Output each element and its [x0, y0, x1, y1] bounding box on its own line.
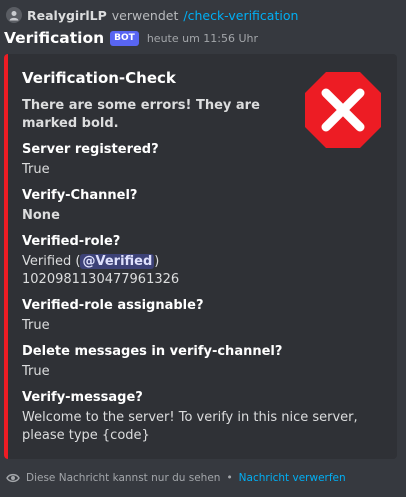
red-x-error-icon[interactable] — [303, 70, 383, 150]
field-name: Delete messages in verify-channel? — [22, 344, 283, 359]
field-value: Welcome to the server! To verify in this… — [22, 410, 358, 443]
ephemeral-note: Diese Nachricht kannst nur du sehen — [26, 472, 221, 484]
field-verify-channel: Verify-Channel? None — [22, 187, 381, 225]
field-value: Verified (@Verified) — [22, 253, 381, 271]
field-name: Verified-role assignable? — [22, 298, 204, 313]
avatar-icon — [9, 11, 19, 21]
field-value: True — [22, 318, 50, 333]
field-value: True — [22, 364, 50, 379]
field-verified-role: Verified-role? Verified (@Verified) 1020… — [22, 233, 381, 289]
reply-command[interactable]: /check-verification — [183, 8, 298, 23]
reply-context[interactable]: RealygirlLP verwendet /check-verificatio… — [6, 6, 298, 24]
field-name: Verify-message? — [22, 390, 143, 405]
message-header: Verification BOT heute um 11:56 Uhr — [4, 28, 258, 48]
field-delete-messages: Delete messages in verify-channel? True — [22, 343, 381, 381]
field-name: Verified-role? — [22, 234, 121, 249]
field-value-prefix: Verified ( — [22, 254, 81, 269]
bot-name[interactable]: Verification — [4, 29, 104, 47]
eye-icon — [6, 473, 20, 483]
message-timestamp: heute um 11:56 Uhr — [146, 31, 259, 45]
dismiss-message-link[interactable]: Nachricht verwerfen — [239, 472, 346, 484]
role-id: 1020981130477961326 — [22, 272, 180, 287]
role-mention[interactable]: @Verified — [80, 254, 155, 269]
field-value: None — [22, 208, 60, 223]
field-verify-message: Verify-message? Welcome to the server! T… — [22, 389, 381, 445]
field-role-assignable: Verified-role assignable? True — [22, 297, 381, 335]
bot-badge: BOT — [110, 30, 139, 46]
embed: Verification-Check There are some errors… — [4, 54, 397, 459]
embed-description: There are some errors! They are marked b… — [22, 98, 260, 131]
field-name: Verify-Channel? — [22, 188, 138, 203]
field-value: True — [22, 162, 50, 177]
user-avatar[interactable] — [6, 7, 22, 23]
field-value-suffix: ) — [154, 254, 160, 269]
ephemeral-footer: Diese Nachricht kannst nur du sehen • Na… — [6, 470, 346, 486]
reply-username[interactable]: RealygirlLP — [27, 8, 107, 23]
separator: • — [226, 472, 233, 484]
reply-verb: verwendet — [111, 7, 179, 23]
